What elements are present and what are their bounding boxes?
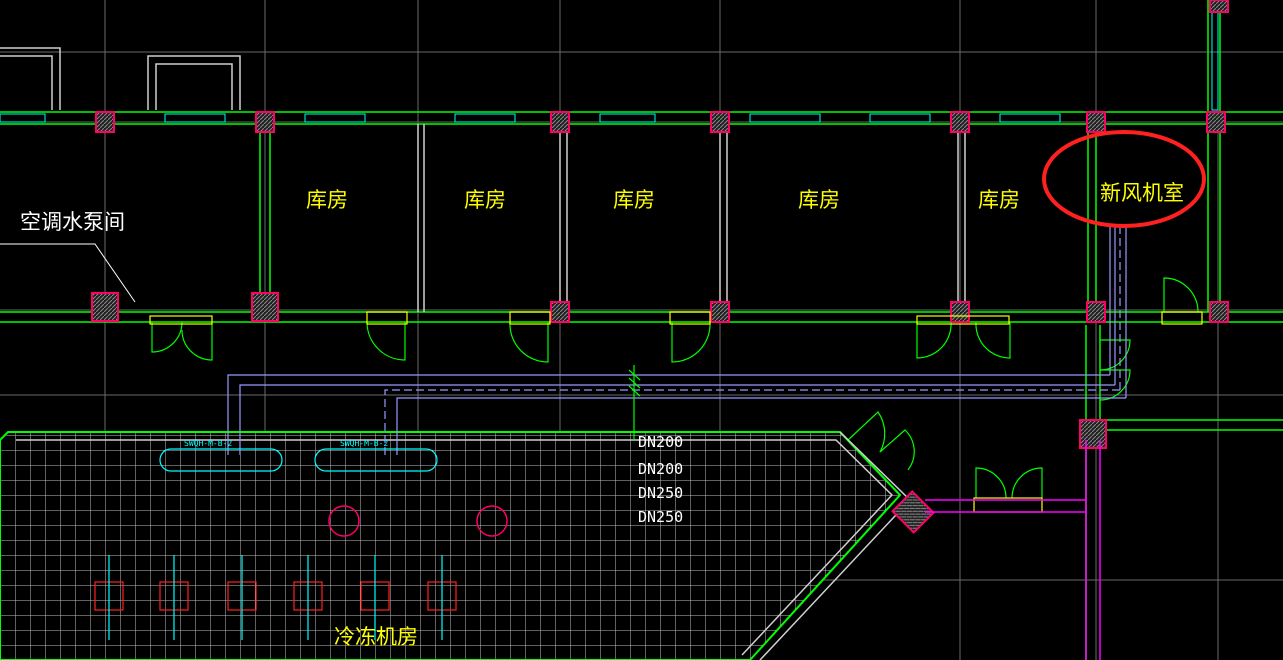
cad-drawing-canvas: 空调水泵间 库房 库房 库房 库房 库房 新风机室 冷冻机房 DN200 DN2… — [0, 0, 1283, 660]
pipe-runs — [227, 225, 1127, 455]
room-label-storage-2: 库房 — [464, 188, 506, 212]
room-label-storage-5: 库房 — [978, 188, 1020, 212]
room-label-fresh-air: 新风机室 — [1100, 181, 1184, 205]
window-strips — [0, 9, 1219, 123]
room-label-storage-4: 库房 — [798, 188, 840, 212]
equipment-tag: SWQH-M-B-2 — [184, 439, 232, 448]
pipe-size-label: DN250 — [638, 508, 683, 526]
equipment-tag: SWQH-M-B-2 — [340, 439, 388, 448]
pipe-size-label: DN200 — [638, 460, 683, 478]
partition-walls — [417, 124, 966, 312]
room-label-storage-3: 库房 — [613, 188, 655, 212]
highlight-ellipse — [1042, 130, 1206, 228]
window-frames-top — [0, 47, 241, 110]
room-label-chiller: 冷冻机房 — [334, 625, 418, 649]
room-label-storage-1: 库房 — [306, 188, 348, 212]
pipe-size-label: DN200 — [638, 433, 683, 451]
room-label-pump: 空调水泵间 — [20, 210, 125, 234]
pipe-size-label: DN250 — [638, 484, 683, 502]
chiller-room-floor — [0, 431, 912, 660]
structural-columns — [91, 0, 1229, 449]
magenta-ductline — [925, 440, 1101, 660]
riser-marks — [628, 365, 641, 440]
